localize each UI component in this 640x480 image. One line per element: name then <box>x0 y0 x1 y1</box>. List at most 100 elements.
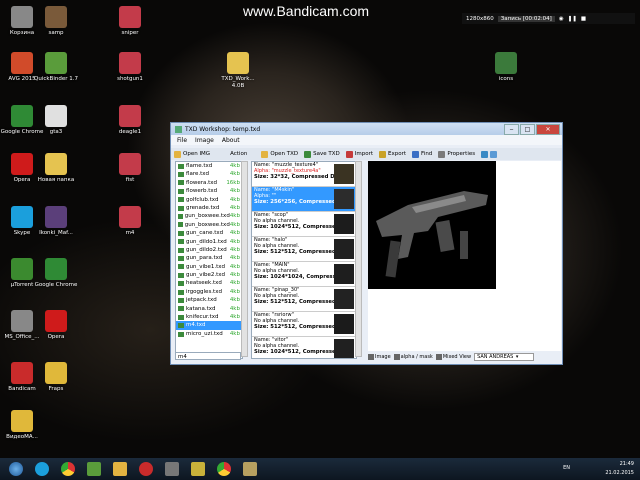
file-name: flame.txd <box>186 163 213 169</box>
file-list-item[interactable]: flare.txd 4kb <box>176 170 242 178</box>
texture-list-item[interactable]: Name: "vitor" No alpha channel. Size: 1024… <box>252 337 356 358</box>
menu-about[interactable]: About <box>222 137 240 144</box>
file-list-item[interactable]: micro_uzi.txd 4kb <box>176 330 242 338</box>
desktop-icon-txd[interactable]: TXD_Work... 4.0B <box>216 52 260 90</box>
view-image-option[interactable]: Image <box>368 353 391 360</box>
txd-file-icon <box>178 239 184 245</box>
desktop-icon-fraps[interactable]: Fraps <box>34 362 78 393</box>
file-list-item[interactable]: gun_boxwee.txd 4kb <box>176 221 242 229</box>
game-select[interactable]: SAN ANDREAS ▾ <box>474 352 535 361</box>
file-list-item[interactable]: m4.txd <box>176 321 242 330</box>
minimize-button[interactable]: ‒ <box>504 124 519 135</box>
file-list-scrollbar[interactable] <box>241 161 248 357</box>
file-list-item[interactable]: gun_dildo2.txd 4kb <box>176 246 242 254</box>
file-list-item[interactable]: heatseek.txd 4kb <box>176 279 242 287</box>
texture-list-item[interactable]: Name: "halo" No alpha channel. Size: 512*5… <box>252 237 356 262</box>
menu-file[interactable]: File <box>177 137 187 144</box>
texture-list-item[interactable]: Name: "rsriorw" No alpha channel. Size: 51… <box>252 312 356 337</box>
pause-icon[interactable]: ❚❚ <box>568 16 577 22</box>
camera-icon[interactable]: ◉ <box>559 16 564 22</box>
desktop-icon-sniper[interactable]: sniper <box>108 6 152 37</box>
action-button[interactable]: Action <box>227 151 250 157</box>
file-size: 16kb <box>226 179 240 186</box>
texture-thumbnail <box>334 314 354 334</box>
extra-tools[interactable] <box>478 150 500 158</box>
texture-preview-image <box>368 161 496 289</box>
file-list-item[interactable]: jetpack.txd 4kb <box>176 296 242 304</box>
desktop-icon-chrome2[interactable]: Google Chrome <box>34 258 78 289</box>
taskbar-chrome[interactable] <box>58 460 78 478</box>
taskbar-skype[interactable] <box>32 460 52 478</box>
close-button[interactable]: ✕ <box>536 124 560 135</box>
open-txd-button[interactable]: Open TXD <box>258 150 301 158</box>
file-search-input[interactable]: m4 <box>175 352 241 360</box>
open-img-button[interactable]: Open IMG <box>171 150 213 158</box>
stop-icon[interactable]: ■ <box>581 16 586 22</box>
desktop-icon-shotgun1[interactable]: shotgun1 <box>108 52 152 83</box>
clock-time[interactable]: 21:49 <box>605 460 634 469</box>
view-mixed-option[interactable]: Mixed View <box>435 353 471 360</box>
file-list-item[interactable]: flame.txd 4kb <box>176 162 242 170</box>
file-list-item[interactable]: flowerb.txd 4kb <box>176 187 242 195</box>
desktop-icon-label: shotgun1 <box>117 76 143 82</box>
samp-icon <box>45 6 67 28</box>
txd-file-icon <box>178 247 184 253</box>
file-list-item[interactable]: gun_para.txd 4kb <box>176 254 242 262</box>
find-button[interactable]: Find <box>409 150 435 158</box>
desktop-icon-videoma[interactable]: ВидеоМА... <box>0 410 44 441</box>
texture-thumbnail <box>334 214 354 234</box>
file-list-item[interactable]: golfclub.txd 4kb <box>176 196 242 204</box>
file-list-item[interactable]: grenade.txd 4kb <box>176 204 242 212</box>
file-list-item[interactable]: gun_vibe1.txd 4kb <box>176 263 242 271</box>
file-name: gun_boxwee.txd <box>184 213 230 220</box>
menu-image[interactable]: Image <box>195 137 214 144</box>
file-list-item[interactable]: gun_dildo1.txd 4kb <box>176 238 242 246</box>
file-name: gun_cane.txd <box>186 230 224 237</box>
start-button[interactable] <box>6 460 26 478</box>
properties-button[interactable]: Properties <box>435 150 478 158</box>
bandicam-icon <box>11 362 33 384</box>
taskbar-explorer[interactable] <box>110 460 130 478</box>
texture-list-item[interactable]: Name: "MAIN" No alpha channel. Size: 1024*… <box>252 262 356 287</box>
texture-list-item[interactable]: Name: "pinap_30" No alpha channel. Size: 5… <box>252 287 356 312</box>
clock-date[interactable]: 21.02.2015 <box>605 469 634 478</box>
file-list-item[interactable]: flowera.txd 16kb <box>176 179 242 187</box>
taskbar-image[interactable] <box>188 460 208 478</box>
img-file-list[interactable]: flame.txd 4kb flare.txd 4kb flowera.txd 16kb f… <box>175 161 243 359</box>
texture-list-item[interactable]: Name: "scop" No alpha channel. Size: 1024*… <box>252 212 356 237</box>
save-txd-button[interactable]: Save TXD <box>301 150 343 158</box>
file-list-item[interactable]: gun_vibe2.txd 4kb <box>176 271 242 279</box>
desktop-icon-m4[interactable]: m4 <box>108 206 152 237</box>
texture-list-item[interactable]: Name: "M4skin" Alpha: "" Size: 256*256, Co… <box>252 187 356 212</box>
language-indicator[interactable]: EN <box>563 464 570 473</box>
desktop-icon-newfolder[interactable]: Новая папка <box>34 153 78 184</box>
desktop-icon-quickbinder[interactable]: QuickBinder 1.7 <box>34 52 78 83</box>
texture-list[interactable]: Name: "muzzle_texture4" Alpha: "muzzle_te… <box>251 161 357 359</box>
txd-workshop-window[interactable]: TXD Workshop: temp.txd ‒ □ ✕ File Image … <box>170 122 563 365</box>
file-list-item[interactable]: gun_cane.txd 4kb <box>176 229 242 237</box>
taskbar-txd[interactable] <box>240 460 260 478</box>
taskbar-bandicam[interactable] <box>136 460 156 478</box>
desktop-icon-samp[interactable]: samp <box>34 6 78 37</box>
file-list-item[interactable]: irgoggles.txd 4kb <box>176 288 242 296</box>
file-list-item[interactable]: knifecur.txd 4kb <box>176 313 242 321</box>
desktop-icon-fist[interactable]: fist <box>108 153 152 184</box>
view-alpha-option[interactable]: alpha / mask <box>393 353 433 360</box>
taskbar-app-green[interactable] <box>84 460 104 478</box>
maximize-button[interactable]: □ <box>520 124 535 135</box>
file-list-item[interactable]: gun_boxwee.txd 4kb <box>176 212 242 220</box>
texture-list-item[interactable]: Name: "muzzle_texture4" Alpha: "muzzle_te… <box>252 162 356 187</box>
texture-list-scrollbar[interactable] <box>355 161 362 357</box>
desktop-icon-opera2[interactable]: Opera <box>34 310 78 341</box>
taskbar-chrome2[interactable] <box>214 460 234 478</box>
desktop-icon-label: ВидеоМА... <box>6 434 38 440</box>
desktop-icon-gta3[interactable]: gta3 <box>34 105 78 136</box>
desktop-icon-icons[interactable]: icons <box>484 52 528 83</box>
file-list-item[interactable]: katana.txd 4kb <box>176 305 242 313</box>
taskbar-game[interactable] <box>162 460 182 478</box>
import-button[interactable]: Import <box>343 150 376 158</box>
desktop-icon-ikonki[interactable]: Ikonki_Maf... <box>34 206 78 237</box>
txd-file-icon <box>178 289 184 295</box>
desktop-icon-deagle1[interactable]: deagle1 <box>108 105 152 136</box>
export-button[interactable]: Export <box>376 150 409 158</box>
